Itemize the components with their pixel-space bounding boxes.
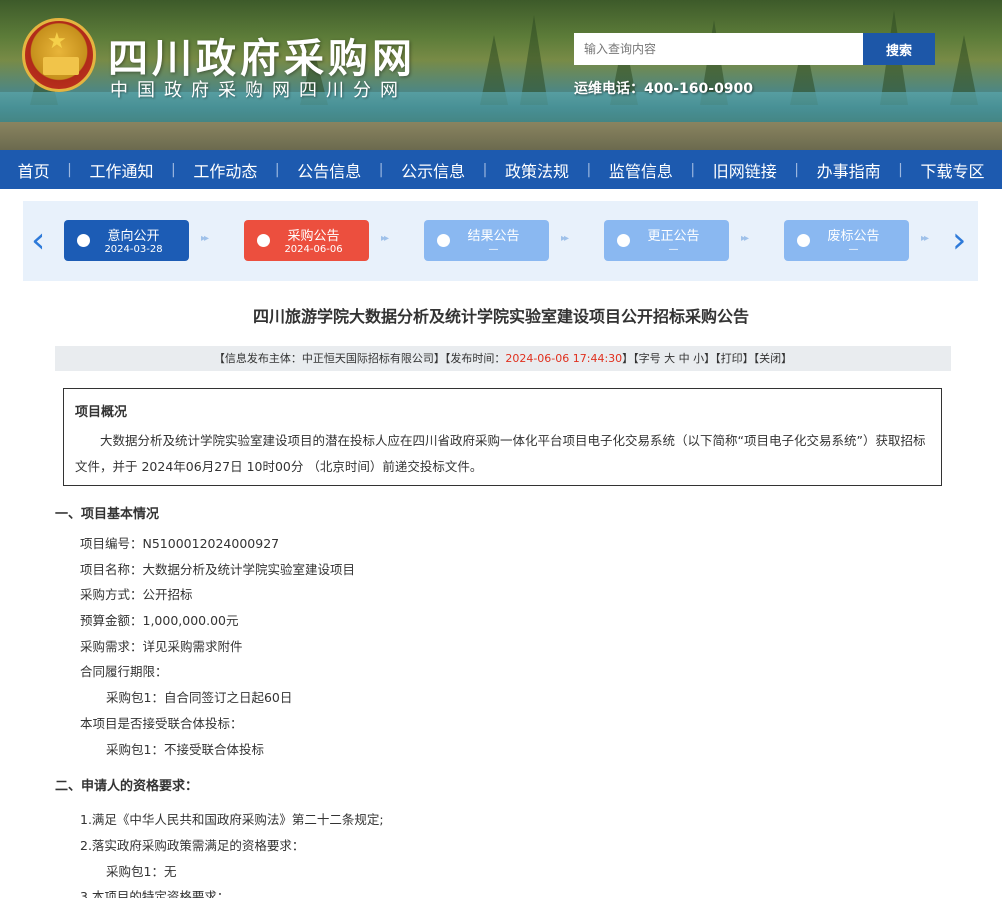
procurement-requirement: 采购需求：详见采购需求附件	[80, 638, 243, 654]
step-label: 结果公告	[467, 229, 520, 244]
step-date: 2024-03-28	[104, 244, 163, 255]
national-emblem-icon: ★	[22, 18, 96, 92]
procurement-method: 采购方式：公开招标	[80, 587, 193, 603]
double-chevron-icon: ▸▸	[381, 233, 389, 244]
budget-amount: 预算金额：1,000,000.00元	[80, 613, 239, 629]
joint-bid-question: 本项目是否接受联合体投标：	[80, 715, 243, 731]
section-title: 二、申请人的资格要求：	[55, 779, 199, 795]
double-chevron-icon: ▸▸	[561, 233, 569, 244]
step-intent[interactable]: 意向公开 2024-03-28	[64, 220, 189, 261]
qualification-item: 1.满足《中华人民共和国政府采购法》第二十二条规定;	[80, 812, 384, 828]
nav-item-supervision[interactable]: 监管信息	[591, 158, 690, 182]
document-title: 四川旅游学院大数据分析及统计学院实验室建设项目公开招标采购公告	[252, 307, 749, 326]
step-void[interactable]: 废标公告 —	[784, 220, 909, 261]
nav-item-announcements[interactable]: 公告信息	[280, 158, 379, 182]
nav-item-old-site[interactable]: 旧网链接	[695, 158, 794, 182]
overview-title: 项目概况	[75, 405, 128, 420]
banner-shore	[0, 122, 1002, 150]
step-date: —	[488, 244, 499, 255]
section-title: 一、项目基本情况	[55, 507, 160, 522]
gate-icon	[43, 57, 79, 75]
double-chevron-icon: ▸▸	[201, 233, 209, 244]
contract-term-value: 采购包1：自合同签订之日起60日	[106, 690, 293, 706]
joint-bid-answer: 采购包1：不接受联合体投标	[106, 741, 264, 757]
nav-item-guide[interactable]: 办事指南	[799, 158, 898, 182]
step-label: 采购公告	[287, 229, 340, 244]
overview-text: 大数据分析及统计学院实验室建设项目的潜在投标人应在四川省政府采购一体化平台项目电…	[75, 433, 926, 474]
meta-actions[interactable]: 】【字号 大 中 小】【打印】【关闭】	[622, 352, 792, 365]
step-date: —	[848, 244, 859, 255]
step-label: 意向公开	[107, 229, 160, 244]
meta-publish-time: 2024-06-06 17:44:30	[505, 352, 623, 365]
nav-item-downloads[interactable]: 下载专区	[903, 158, 1002, 182]
document-meta-bar: 【信息发布主体：中正恒天国际招标有限公司】【发布时间：2024-06-06 17…	[55, 346, 951, 371]
nav-item-home[interactable]: 首页	[0, 158, 67, 182]
nav-item-policies[interactable]: 政策法规	[487, 158, 586, 182]
double-chevron-icon: ▸▸	[921, 233, 929, 244]
step-result[interactable]: 结果公告 —	[424, 220, 549, 261]
nav-item-publicity[interactable]: 公示信息	[384, 158, 483, 182]
search-input[interactable]	[574, 33, 863, 65]
support-hotline: 运维电话：400-160-0900	[574, 81, 754, 97]
qualification-package: 采购包1：无	[106, 863, 177, 879]
star-icon: ★	[47, 29, 67, 54]
step-date: —	[668, 244, 679, 255]
meta-publisher: 【信息发布主体：中正恒天国际招标有限公司】【发布时间：	[213, 352, 506, 365]
chevron-left-icon[interactable]: ‹	[31, 223, 51, 259]
qualification-item: 3.本项目的特定资格要求：	[80, 889, 230, 898]
qualification-item: 2.落实政府采购政策需满足的资格要求：	[80, 837, 305, 853]
procurement-progress: ‹ 意向公开 2024-03-28 ▸▸ 采购公告 2024-06-06 ▸▸ …	[23, 201, 978, 281]
document-body: 一、项目基本情况 项目编号：N5100012024000927 项目名称：大数据…	[55, 504, 955, 898]
project-overview-box: 项目概况 大数据分析及统计学院实验室建设项目的潜在投标人应在四川省政府采购一体化…	[63, 388, 942, 486]
main-nav: 首页 | 工作通知 | 工作动态 | 公告信息 | 公示信息 | 政策法规 | …	[0, 150, 1002, 189]
step-label: 更正公告	[647, 229, 700, 244]
step-procurement[interactable]: 采购公告 2024-06-06	[244, 220, 369, 261]
header-banner: ★ 四川政府采购网 中国政府采购网四川分网 搜索 运维电话：400-160-09…	[0, 0, 1002, 150]
project-name: 项目名称：大数据分析及统计学院实验室建设项目	[80, 561, 356, 577]
nav-item-work-notices[interactable]: 工作通知	[72, 158, 171, 182]
search-button[interactable]: 搜索	[863, 33, 935, 65]
chevron-right-icon[interactable]: ›	[952, 223, 972, 259]
double-chevron-icon: ▸▸	[741, 233, 749, 244]
site-subtitle: 中国政府采购网四川分网	[110, 80, 407, 101]
step-date: 2024-06-06	[284, 244, 343, 255]
project-number: 项目编号：N5100012024000927	[80, 536, 280, 551]
contract-term-label: 合同履行期限：	[80, 664, 168, 680]
nav-item-work-news[interactable]: 工作动态	[176, 158, 275, 182]
step-correction[interactable]: 更正公告 —	[604, 220, 729, 261]
step-label: 废标公告	[827, 229, 880, 244]
